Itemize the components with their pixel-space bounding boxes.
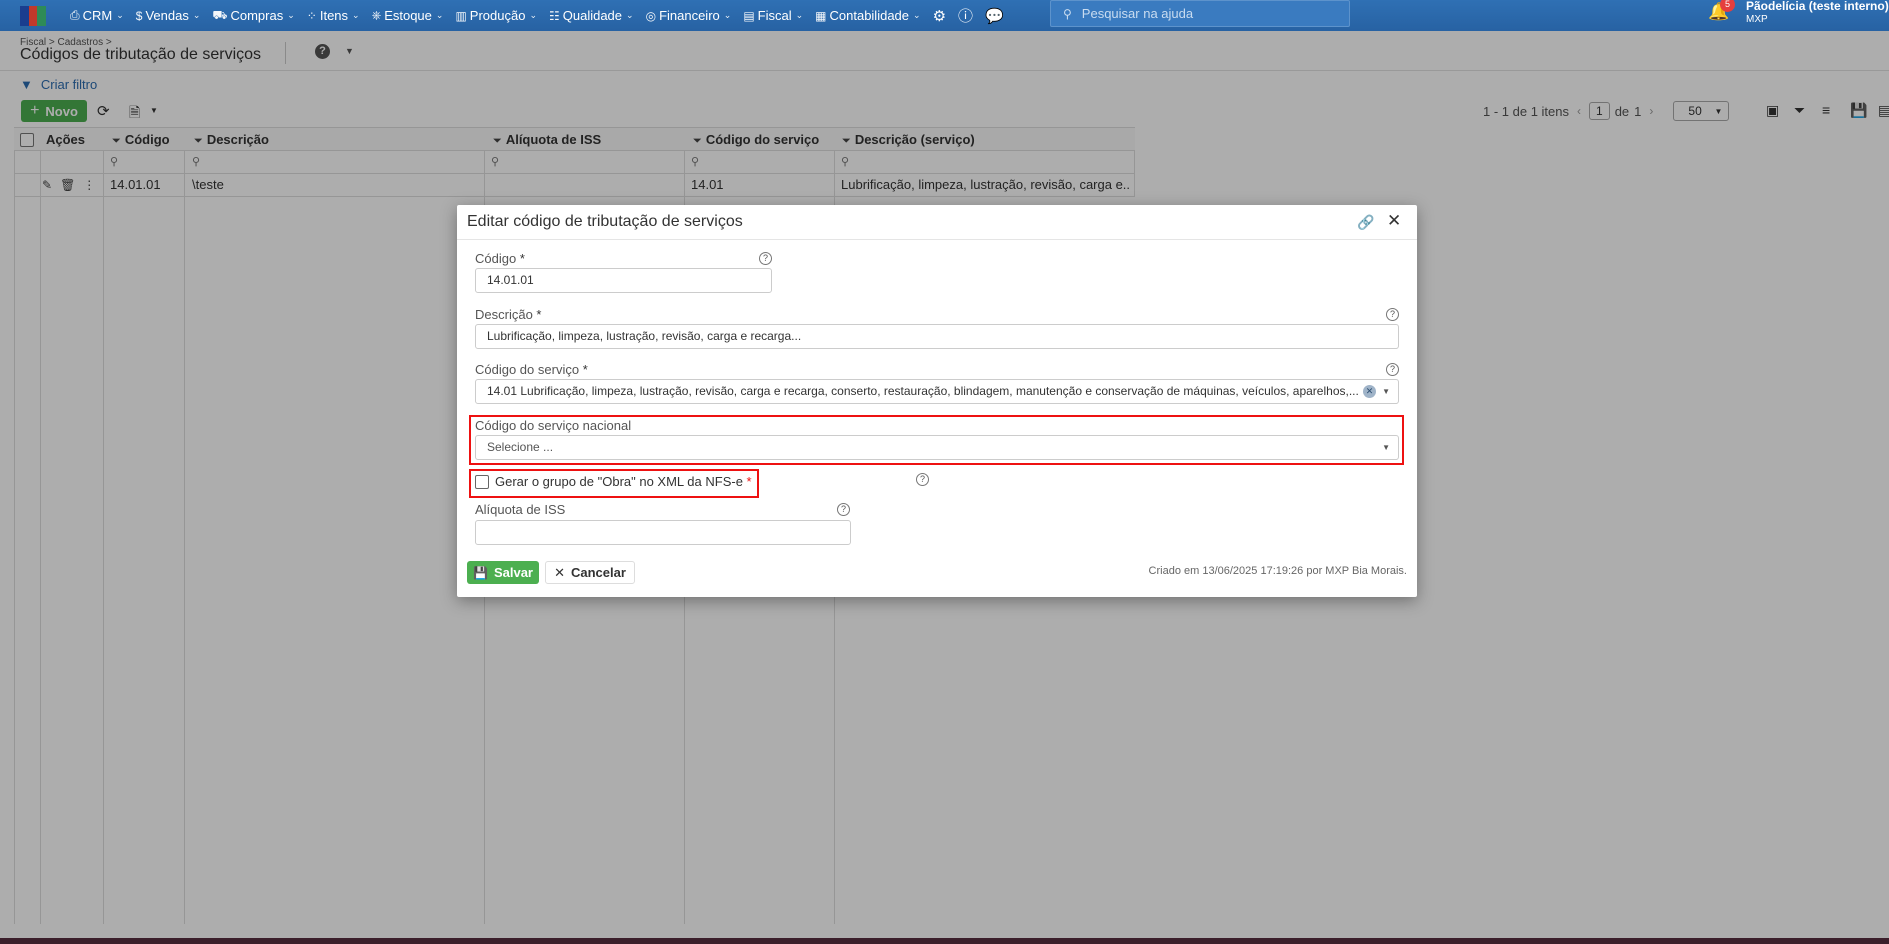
help-icon[interactable]: ? <box>916 473 929 486</box>
nav-label: Itens <box>319 8 349 23</box>
cart-icon: ⛟ <box>212 7 228 22</box>
search-icon: ⚲ <box>1063 6 1072 21</box>
chevron-down-icon: ⌄ <box>723 10 732 20</box>
nav-crm[interactable]: ⎙ CRM ⌄ <box>64 0 130 31</box>
clear-icon[interactable]: ✕ <box>1363 385 1376 398</box>
codigo-nacional-label: Código do serviço nacional <box>475 418 632 433</box>
save-icon: 💾 <box>473 565 488 580</box>
chat-icon[interactable]: 💬 <box>979 7 1010 25</box>
finance-icon: ◎ <box>645 8 657 23</box>
dialog-divider <box>457 239 1417 240</box>
save-button-label: Salvar <box>493 565 533 580</box>
production-icon: ▥ <box>455 8 467 23</box>
fiscal-icon: ▤ <box>743 8 755 23</box>
label-text: Descrição <box>475 307 533 322</box>
codigo-field[interactable]: 14.01.01 <box>475 268 772 293</box>
nav-label: Qualidade <box>562 8 623 23</box>
items-icon: ⁘ <box>306 8 317 23</box>
dollar-icon: $ <box>135 8 143 23</box>
nav-label: Fiscal <box>757 8 792 23</box>
help-icon[interactable]: ? <box>837 503 850 516</box>
aliquota-label: Alíquota de ISS <box>475 502 566 517</box>
link-icon[interactable]: 🔗 <box>1357 214 1374 231</box>
gear-icon[interactable]: ⚙ <box>927 7 952 25</box>
chevron-down-icon: ⌄ <box>352 10 360 20</box>
taskbar-strip <box>0 938 1889 944</box>
codigo-nacional-select[interactable]: Selecione ... ▼ <box>475 435 1399 460</box>
nav-label: Financeiro <box>659 8 720 23</box>
aliquota-field[interactable] <box>475 520 851 545</box>
chevron-down-icon: ⌄ <box>435 10 444 20</box>
nav-label: Produção <box>469 8 526 23</box>
nav-estoque[interactable]: ⎈ Estoque ⌄ <box>366 0 450 31</box>
required-mark: * <box>746 474 752 489</box>
label-text: Código do serviço <box>475 362 580 377</box>
save-button[interactable]: 💾 Salvar <box>467 561 539 584</box>
codigo-servico-select[interactable]: 14.01 Lubrificação, limpeza, lustração, … <box>475 379 1399 404</box>
help-icon[interactable]: ? <box>759 252 772 265</box>
crm-icon: ⎙ <box>70 8 80 22</box>
codigo-label: Código * <box>475 251 525 266</box>
nav-label: Estoque <box>384 8 432 23</box>
created-info: Criado em 13/06/2025 17:19:26 por MXP Bi… <box>1148 565 1407 577</box>
nav-label: Vendas <box>145 8 189 23</box>
stock-icon: ⎈ <box>371 8 382 22</box>
nav-contabilidade[interactable]: ▦ Contabilidade ⌄ <box>809 0 926 31</box>
help-icon[interactable]: ? <box>1386 363 1399 376</box>
accounting-icon: ▦ <box>815 8 827 23</box>
select-placeholder: Selecione ... <box>487 440 554 454</box>
help-icon[interactable]: ⓘ <box>952 5 979 26</box>
chevron-down-icon: ⌄ <box>287 10 295 20</box>
quality-icon: ☷ <box>548 8 560 23</box>
company-sub: MXP <box>1746 14 1768 25</box>
nav-label: Compras <box>230 8 284 23</box>
descricao-label: Descrição * <box>475 307 541 322</box>
chevron-down-icon: ⌄ <box>529 10 537 20</box>
close-icon[interactable]: ✕ <box>1387 211 1401 231</box>
required-mark: * <box>582 362 588 377</box>
caret-down-icon: ▼ <box>1382 443 1390 452</box>
edit-dialog: Editar código de tributação de serviços … <box>457 205 1417 597</box>
nav-vendas[interactable]: $ Vendas ⌄ <box>130 0 207 31</box>
label-text: Gerar o grupo de "Obra" no XML da NFS-e <box>495 474 743 489</box>
required-mark: * <box>536 307 542 322</box>
cancel-button-label: Cancelar <box>570 565 626 580</box>
company-name: Pãodelícia (teste interno) <box>1746 0 1889 13</box>
codigo-servico-label: Código do serviço * <box>475 362 588 377</box>
dialog-title: Editar código de tributação de serviços <box>467 213 743 230</box>
help-search-input[interactable]: ⚲ Pesquisar na ajuda <box>1050 0 1350 27</box>
notification-badge: 5 <box>1720 0 1735 12</box>
obra-label[interactable]: Gerar o grupo de "Obra" no XML da NFS-e … <box>495 474 752 489</box>
help-icon[interactable]: ? <box>1386 308 1399 321</box>
select-value: 14.01 Lubrificação, limpeza, lustração, … <box>487 384 1359 398</box>
nav-label: Contabilidade <box>829 8 910 23</box>
required-mark: * <box>519 251 525 266</box>
nav-fiscal[interactable]: ▤ Fiscal ⌄ <box>737 0 809 31</box>
chevron-down-icon: ⌄ <box>626 10 634 20</box>
nav-qualidade[interactable]: ☷ Qualidade ⌄ <box>543 0 640 31</box>
chevron-down-icon: ⌄ <box>192 10 201 20</box>
chevron-down-icon: ⌄ <box>795 10 804 20</box>
chevron-down-icon: ⌄ <box>913 10 921 20</box>
nav-financeiro[interactable]: ◎ Financeiro ⌄ <box>640 0 738 31</box>
nav-producao[interactable]: ▥ Produção ⌄ <box>449 0 543 31</box>
descricao-field[interactable]: Lubrificação, limpeza, lustração, revisã… <box>475 324 1399 349</box>
obra-checkbox[interactable] <box>475 475 489 489</box>
label-text: Código <box>475 251 517 266</box>
nav-itens[interactable]: ⁘ Itens ⌄ <box>301 0 366 31</box>
chevron-down-icon: ⌄ <box>116 10 124 20</box>
close-icon: ✕ <box>554 564 565 580</box>
app-logo[interactable] <box>20 5 47 26</box>
caret-down-icon: ▼ <box>1382 387 1390 396</box>
top-navbar: ⎙ CRM ⌄ $ Vendas ⌄ ⛟ Compras ⌄ ⁘ Itens ⌄ ⎈ Estoqu… <box>0 0 1889 31</box>
search-placeholder: Pesquisar na ajuda <box>1081 6 1194 21</box>
nav-label: CRM <box>82 8 113 23</box>
main-nav: ⎙ CRM ⌄ $ Vendas ⌄ ⛟ Compras ⌄ ⁘ Itens ⌄ ⎈ Estoqu… <box>64 0 1010 31</box>
company-selector[interactable]: Pãodelícia (teste interno) MXP <box>1746 0 1889 25</box>
nav-compras[interactable]: ⛟ Compras ⌄ <box>206 0 300 31</box>
cancel-button[interactable]: ✕ Cancelar <box>545 561 635 584</box>
